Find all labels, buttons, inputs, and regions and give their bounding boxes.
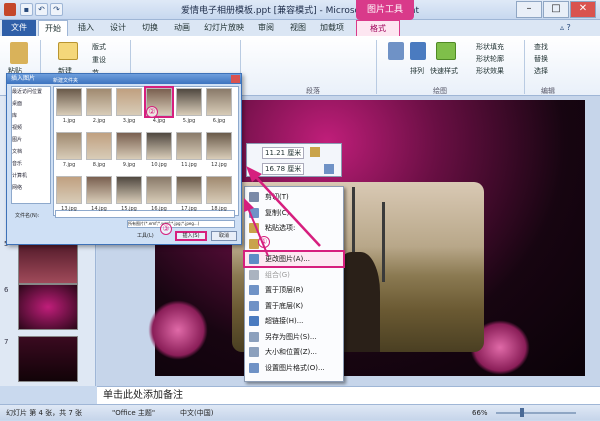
theme-name: "Office 主题" [112, 409, 156, 417]
arrow-line [254, 175, 321, 247]
annotation-arrows [244, 166, 321, 257]
zoom-level: 66% [472, 409, 488, 417]
zoom-slider[interactable] [496, 412, 576, 414]
slide-counter: 幻灯片 第 4 张，共 7 张 [6, 409, 83, 417]
status-bar: 幻灯片 第 4 张，共 7 张 "Office 主题" 中文(中国) 66% [0, 404, 600, 420]
arrow-head [244, 198, 254, 212]
language-indicator: 中文(中国) [180, 409, 214, 417]
notes-placeholder[interactable]: 单击此处添加备注 [97, 386, 600, 404]
zoom-slider-thumb[interactable] [520, 408, 524, 417]
arrow-line [247, 207, 269, 257]
